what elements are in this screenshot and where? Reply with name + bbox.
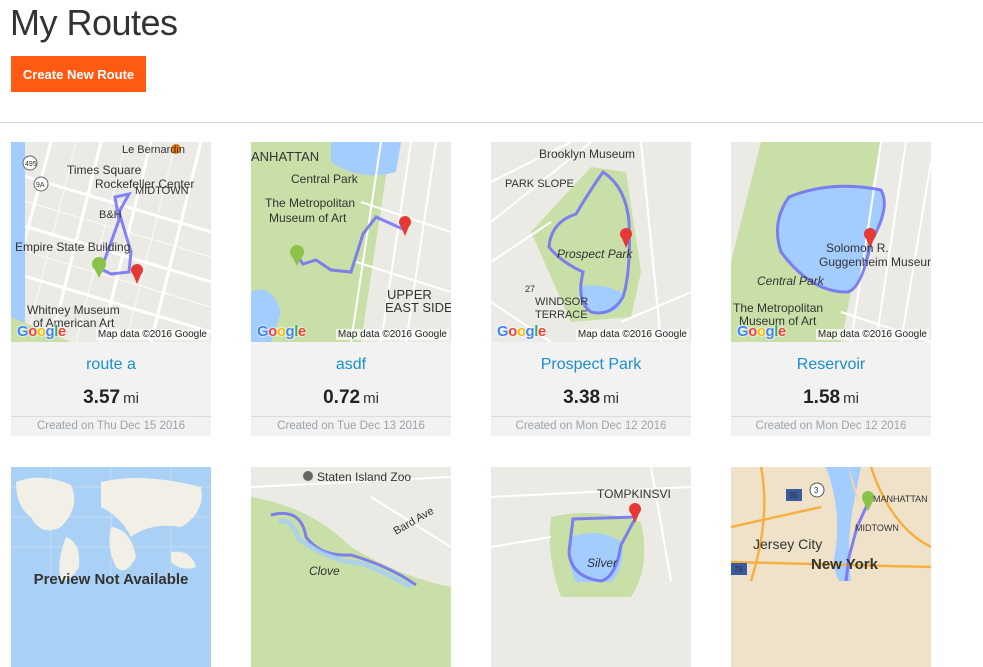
map-label: Museum of Art: [269, 211, 347, 225]
divider: [0, 122, 983, 123]
map-attribution: Map data ©2016 Google: [575, 329, 689, 340]
map-label: WINDSOR: [535, 296, 588, 308]
distance-value: 0.72: [323, 387, 361, 408]
map-label: Whitney Museum: [27, 303, 120, 317]
route-map-thumbnail[interactable]: Le Bernardin Times Square Rockefeller Ce…: [11, 142, 211, 342]
route-map-thumbnail[interactable]: Brooklyn Museum PARK SLOPE Prospect Park…: [491, 142, 691, 342]
route-map-thumbnail[interactable]: Preview Not Available: [11, 467, 211, 667]
map-label: 9A: [36, 182, 45, 189]
google-logo: Google: [737, 323, 786, 340]
route-map-thumbnail[interactable]: Staten Island Zoo Bard Ave Clove: [251, 467, 451, 667]
map-label: ANHATTAN: [251, 149, 319, 164]
distance-value: 3.57: [83, 387, 121, 408]
map-label: TERRACE: [535, 309, 588, 321]
distance-unit: mi: [603, 390, 619, 407]
map-attribution: Map data ©2016 Google: [95, 329, 209, 340]
distance-value: 3.38: [563, 387, 601, 408]
google-logo: Google: [497, 323, 546, 340]
route-distance: 0.72 mi: [251, 387, 451, 409]
route-map-thumbnail[interactable]: TOMPKINSVI Silver: [491, 467, 691, 667]
map-label: Prospect Park: [557, 247, 633, 261]
map-label: MIDTOWN: [135, 185, 189, 197]
distance-unit: mi: [363, 390, 379, 407]
map-image: Solomon R. Guggenheim Museum Central Par…: [731, 142, 931, 342]
map-label: Empire State Building: [15, 240, 130, 254]
created-date: Created on Tue Dec 13 2016: [251, 416, 451, 436]
map-attribution: Map data ©2016 Google: [815, 329, 929, 340]
route-name-link[interactable]: route a: [11, 356, 211, 376]
map-label: MIDTOWN: [855, 523, 899, 533]
map-label: 95: [789, 491, 798, 500]
map-attribution: Map data ©2016 Google: [335, 329, 449, 340]
map-label: 27: [525, 284, 535, 294]
route-card: TOMPKINSVI Silver: [491, 467, 691, 667]
map-label: Clove: [309, 564, 340, 578]
map-image: Staten Island Zoo Bard Ave Clove: [251, 467, 451, 667]
map-label: B&H: [99, 209, 122, 221]
map-label: Times Square: [67, 163, 142, 177]
map-label: Jersey City: [753, 536, 822, 552]
distance-unit: mi: [123, 390, 139, 407]
route-name-link[interactable]: asdf: [251, 356, 451, 376]
route-card: Staten Island Zoo Bard Ave Clove: [251, 467, 451, 667]
preview-not-available-text: Preview Not Available: [33, 571, 189, 588]
route-card: Brooklyn Museum PARK SLOPE Prospect Park…: [491, 142, 691, 436]
distance-unit: mi: [843, 390, 859, 407]
created-date: Created on Mon Dec 12 2016: [491, 416, 691, 436]
create-new-route-button[interactable]: Create New Route: [11, 56, 146, 92]
map-label: New York: [811, 556, 879, 573]
route-map-thumbnail[interactable]: 95 3 78 MANHATTAN MIDTOWN Jersey City Ne…: [731, 467, 931, 667]
map-label: Brooklyn Museum: [539, 147, 635, 161]
map-label: Le Bernardin: [122, 144, 185, 156]
map-label: 3: [814, 486, 819, 495]
map-image: TOMPKINSVI Silver: [491, 467, 691, 667]
map-image: ANHATTAN Central Park The Metropolitan M…: [251, 142, 451, 342]
page-title: My Routes: [10, 2, 178, 43]
created-date: Created on Thu Dec 15 2016: [11, 416, 211, 436]
map-image: Brooklyn Museum PARK SLOPE Prospect Park…: [491, 142, 691, 342]
map-image: Le Bernardin Times Square Rockefeller Ce…: [11, 142, 211, 342]
map-label: Solomon R.: [826, 241, 889, 255]
map-label: The Metropolitan: [733, 301, 823, 315]
created-date: Created on Mon Dec 12 2016: [731, 416, 931, 436]
map-label: PARK SLOPE: [505, 178, 574, 190]
map-label: Guggenheim Museum: [819, 255, 931, 269]
route-card: ANHATTAN Central Park The Metropolitan M…: [251, 142, 451, 436]
map-image: 95 3 78 MANHATTAN MIDTOWN Jersey City Ne…: [731, 467, 931, 667]
google-logo: Google: [17, 323, 66, 340]
route-distance: 1.58 mi: [731, 387, 931, 409]
map-label: 495: [25, 161, 37, 168]
map-label: Central Park: [757, 274, 825, 288]
route-name-link[interactable]: Reservoir: [731, 356, 931, 376]
map-label: The Metropolitan: [265, 196, 355, 210]
google-logo: Google: [257, 323, 306, 340]
map-label: MANHATTAN: [873, 494, 928, 504]
route-card: Le Bernardin Times Square Rockefeller Ce…: [11, 142, 211, 436]
route-distance: 3.57 mi: [11, 387, 211, 409]
route-map-thumbnail[interactable]: Solomon R. Guggenheim Museum Central Par…: [731, 142, 931, 342]
distance-value: 1.58: [803, 387, 841, 408]
world-map-image: [11, 467, 211, 667]
route-name-link[interactable]: Prospect Park: [491, 356, 691, 376]
map-label: TOMPKINSVI: [597, 487, 671, 501]
map-label: Staten Island Zoo: [317, 470, 411, 484]
route-card: Preview Not Available: [11, 467, 211, 667]
map-label: EAST SIDE: [385, 300, 451, 315]
route-map-thumbnail[interactable]: ANHATTAN Central Park The Metropolitan M…: [251, 142, 451, 342]
map-label: Silver: [587, 556, 618, 570]
map-label: Central Park: [291, 172, 359, 186]
map-label: 78: [734, 565, 743, 574]
route-card: 95 3 78 MANHATTAN MIDTOWN Jersey City Ne…: [731, 467, 931, 667]
route-card: Solomon R. Guggenheim Museum Central Par…: [731, 142, 931, 436]
route-distance: 3.38 mi: [491, 387, 691, 409]
